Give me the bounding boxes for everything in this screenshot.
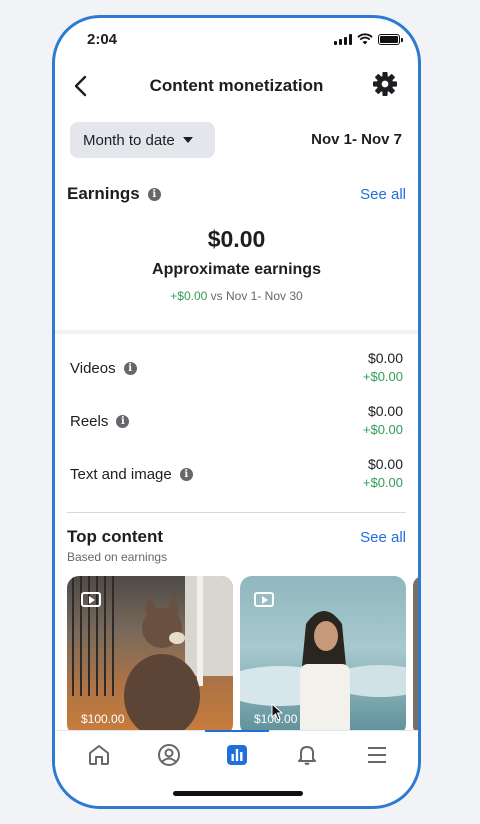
nav-active-indicator bbox=[205, 730, 269, 732]
video-icon bbox=[254, 592, 274, 607]
breakdown-delta: +$0.00 bbox=[362, 475, 403, 490]
home-icon bbox=[89, 745, 109, 765]
breakdown-delta: +$0.00 bbox=[362, 422, 403, 437]
info-icon[interactable]: i bbox=[123, 362, 137, 375]
nav-home[interactable] bbox=[85, 741, 113, 769]
breakdown-label: Videos bbox=[70, 360, 116, 377]
earnings-compare-delta: +$0.00 bbox=[170, 289, 208, 303]
card-price: $100.00 bbox=[81, 712, 125, 726]
section-divider bbox=[55, 330, 418, 334]
status-time: 2:04 bbox=[87, 31, 118, 48]
info-icon[interactable]: i bbox=[116, 415, 130, 428]
caret-down-icon bbox=[182, 137, 193, 143]
period-dropdown-label: Month to date bbox=[83, 131, 175, 149]
settings-button[interactable] bbox=[372, 71, 400, 99]
nav-profile[interactable] bbox=[155, 741, 183, 769]
breakdown-row-reels[interactable]: Reels i $0.00 +$0.00 bbox=[70, 403, 403, 443]
info-icon[interactable]: i bbox=[147, 187, 161, 201]
divider-line bbox=[67, 512, 406, 513]
date-range: Nov 1- Nov 7 bbox=[311, 131, 402, 148]
header: Content monetization bbox=[55, 66, 418, 106]
breakdown-label: Text and image bbox=[70, 466, 172, 483]
earnings-comparison: +$0.00 vs Nov 1- Nov 30 bbox=[55, 289, 418, 303]
earnings-header: Earnings i See all bbox=[67, 184, 406, 208]
top-content-see-all-link[interactable]: See all bbox=[360, 529, 406, 546]
nav-menu[interactable] bbox=[363, 741, 391, 769]
mouse-cursor-icon bbox=[271, 703, 283, 721]
nav-notifications[interactable] bbox=[293, 741, 321, 769]
top-content-subtitle: Based on earnings bbox=[67, 550, 168, 564]
earnings-title: Earnings bbox=[67, 184, 140, 203]
profile-icon bbox=[158, 744, 180, 766]
breakdown-value: $0.00 bbox=[367, 350, 403, 366]
gear-icon bbox=[373, 72, 397, 96]
content-card[interactable]: $100.00 bbox=[67, 576, 233, 736]
earnings-summary: $0.00 Approximate earnings +$0.00 vs Nov… bbox=[55, 226, 418, 303]
signal-icon bbox=[334, 33, 352, 45]
status-bar: 2:04 bbox=[55, 18, 418, 62]
breakdown-row-videos[interactable]: Videos i $0.00 +$0.00 bbox=[70, 350, 403, 390]
info-icon[interactable]: i bbox=[179, 468, 193, 481]
insights-icon bbox=[227, 745, 247, 765]
breakdown-delta: +$0.00 bbox=[362, 369, 403, 384]
breakdown-label: Reels bbox=[70, 413, 109, 430]
status-icons bbox=[334, 33, 403, 45]
menu-icon bbox=[368, 747, 386, 763]
home-indicator bbox=[173, 791, 303, 796]
content-card[interactable]: $100.00 bbox=[240, 576, 406, 736]
top-content-carousel[interactable]: $100.00 $100.00 bbox=[67, 576, 418, 736]
top-content-header: Top content See all bbox=[67, 527, 406, 551]
earnings-see-all-link[interactable]: See all bbox=[360, 186, 406, 203]
breakdown-value: $0.00 bbox=[367, 456, 403, 472]
battery-icon bbox=[378, 33, 403, 45]
earnings-amount: $0.00 bbox=[207, 226, 266, 252]
filter-row: Month to date Nov 1- Nov 7 bbox=[55, 122, 418, 160]
breakdown-value: $0.00 bbox=[367, 403, 403, 419]
earnings-compare-text: vs Nov 1- Nov 30 bbox=[210, 289, 303, 303]
bell-icon bbox=[298, 746, 316, 765]
content-card-partial[interactable] bbox=[413, 576, 418, 736]
video-icon bbox=[81, 592, 101, 607]
page-title: Content monetization bbox=[149, 76, 324, 95]
bottom-nav bbox=[55, 730, 418, 778]
phone-frame: 2:04 Content monetization Month to date … bbox=[52, 15, 421, 809]
top-content-title: Top content bbox=[67, 527, 163, 546]
nav-insights[interactable] bbox=[223, 741, 251, 769]
period-dropdown[interactable]: Month to date bbox=[70, 122, 215, 158]
wifi-icon bbox=[357, 33, 373, 45]
breakdown-row-text-image[interactable]: Text and image i $0.00 +$0.00 bbox=[70, 456, 403, 496]
earnings-label: Approximate earnings bbox=[152, 261, 321, 278]
